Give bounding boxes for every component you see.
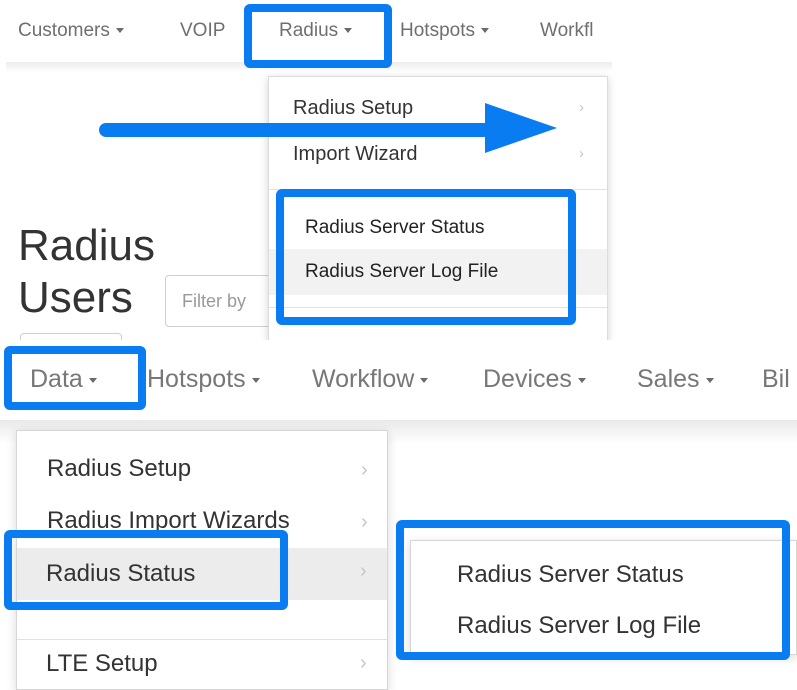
caret-down-icon [577, 377, 586, 383]
caret-down-icon [115, 28, 124, 34]
nav-workflow-label: Workfl [540, 20, 594, 41]
caret-down-icon [251, 377, 260, 383]
chevron-right-icon: › [361, 459, 368, 481]
caret-down-icon [705, 377, 714, 383]
nav-devices[interactable]: Devices [483, 365, 586, 394]
highlight-box-data-nav [4, 346, 146, 410]
nav-hotspots[interactable]: Hotspots [147, 365, 260, 394]
nav-voip-label: VOIP [180, 20, 226, 41]
menu-item-radius-setup[interactable]: Radius Setup [47, 455, 191, 483]
menu-divider [17, 639, 387, 640]
nav-voip[interactable]: VOIP [180, 20, 225, 42]
highlight-box-radius-status [4, 530, 288, 610]
menu-item-label: Radius Setup [47, 455, 192, 482]
nav-billing[interactable]: Bil [762, 365, 797, 394]
nav-hotspots[interactable]: Hotspots [400, 20, 489, 42]
nav-customers[interactable]: Customers [18, 20, 124, 42]
nav-customers-label: Customers [18, 20, 110, 41]
chevron-right-icon: › [360, 560, 367, 582]
menu-item-lte-setup[interactable]: LTE Setup [46, 650, 158, 678]
highlight-box-status-items [276, 189, 576, 325]
nav-workflow[interactable]: Workfl [540, 20, 612, 42]
chevron-right-icon: › [579, 145, 584, 162]
highlight-box-radius-nav [244, 4, 392, 68]
nav-workflow[interactable]: Workflow [312, 365, 429, 394]
nav-hotspots-label: Hotspots [400, 20, 475, 41]
nav-sales[interactable]: Sales [637, 365, 714, 394]
nav-billing-label: Bil [762, 365, 790, 393]
nav-hotspots-label: Hotspots [147, 365, 246, 393]
chevron-right-icon: › [579, 99, 584, 116]
caret-down-icon [480, 28, 489, 34]
filter-input[interactable]: Filter by [165, 275, 285, 327]
chevron-right-icon: › [361, 511, 368, 533]
highlight-box-submenu [396, 520, 790, 660]
nav-devices-label: Devices [483, 365, 572, 393]
pointer-arrow-icon [99, 103, 557, 153]
page-title-line2: Users [18, 273, 133, 322]
nav-sales-label: Sales [637, 365, 700, 393]
page-title-line1: Radius [18, 221, 155, 270]
caret-down-icon [420, 377, 429, 383]
nav-workflow-label: Workflow [312, 365, 415, 393]
